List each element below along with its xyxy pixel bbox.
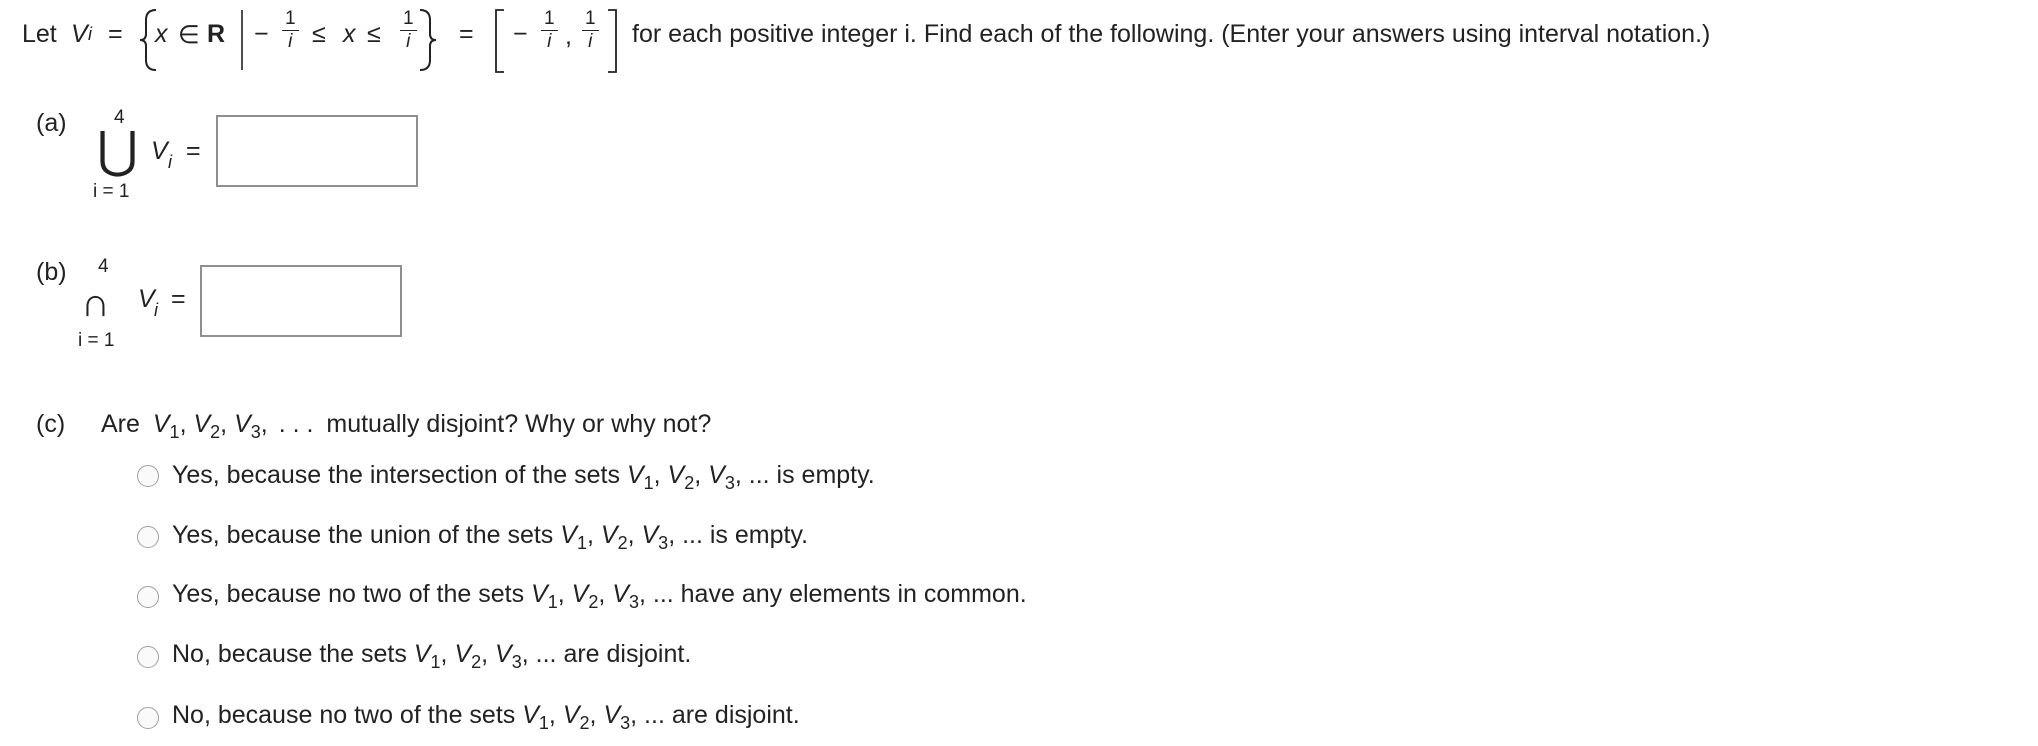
intro-let: Let (22, 20, 57, 48)
option-3-text: Yes, because no two of the sets V1, V2, … (172, 580, 1027, 612)
reals-symbol: R (207, 20, 226, 48)
option-3-suffix: ... have any elements in common. (652, 580, 1027, 608)
option-4-suffix: ... are disjoint. (535, 640, 692, 668)
problem-instructions: for each positive integer i. Find each o… (632, 20, 1711, 48)
option-5-suffix: ... are disjoint. (644, 701, 800, 729)
option-3-v1-sub: 1 (547, 592, 558, 612)
question-ellipsis: . . . (278, 410, 314, 438)
part-c-question: Are V1, V2, V3, . . . mutually disjoint?… (101, 410, 712, 442)
part-a-set-var: V (151, 137, 168, 165)
option-2-v3-sub: 3 (658, 533, 669, 553)
radio-option-1[interactable] (137, 465, 159, 487)
option-4-text: No, because the sets V1, V2, V3, ... are… (172, 640, 692, 672)
radio-option-5[interactable] (137, 707, 159, 729)
option-3-v2-sub: 2 (588, 592, 599, 612)
part-b-label: (b) (36, 258, 67, 286)
union-operator: ⋃ (97, 122, 139, 178)
option-5-v3-sub: 3 (620, 713, 631, 733)
leq-sign: ≤ (312, 20, 326, 48)
option-2-v2: V (600, 521, 618, 549)
option-1-v3: V (708, 461, 725, 489)
part-b-answer-input[interactable] (200, 265, 402, 337)
option-4-v1: V (413, 640, 431, 668)
part-a-label: (a) (36, 109, 67, 137)
option-4-v2: V (454, 640, 472, 668)
part-b-set-sub: i (154, 300, 158, 320)
option-5-v2-sub: 2 (579, 713, 590, 733)
fraction-1-over-i-3: 1 i (541, 8, 558, 53)
option-4-v3-sub: 3 (511, 652, 522, 672)
x-var: x (155, 20, 168, 48)
option-5-v2: V (562, 701, 580, 729)
fraction-1-over-i: 1 i (282, 8, 299, 53)
option-1-text: Yes, because the intersection of the set… (172, 461, 875, 493)
part-a-set-sub: i (168, 152, 172, 172)
set-v1-sub: 1 (169, 422, 180, 442)
option-2-prefix: Yes, because the union of the sets (172, 521, 554, 549)
fraction-1-over-i-4: 1 i (582, 8, 599, 53)
option-5-prefix: No, because no two of the sets (172, 701, 516, 729)
part-b-lower-limit: i = 1 (78, 330, 115, 351)
radio-option-3[interactable] (137, 586, 159, 608)
option-5-v1-sub: 1 (538, 713, 549, 733)
option-1-v1: V (626, 461, 644, 489)
option-3-v2: V (571, 580, 589, 608)
option-3-v1: V (531, 580, 548, 608)
option-3-prefix: Yes, because no two of the sets (172, 580, 525, 608)
question-prefix: Are (101, 410, 140, 438)
part-a-answer-input[interactable] (216, 115, 418, 187)
option-3-v3: V (612, 580, 629, 608)
option-2-v2-sub: 2 (617, 533, 628, 553)
question-suffix: mutually disjoint? Why or why not? (326, 410, 712, 438)
intersection-operator: ∩ (81, 281, 110, 325)
option-4-v2-sub: 2 (471, 652, 482, 672)
interval-comma: , (565, 22, 572, 50)
radio-option-4[interactable] (137, 646, 159, 668)
leq-sign-2: ≤ (367, 20, 381, 48)
radio-option-2[interactable] (137, 526, 159, 548)
option-1-v1-sub: 1 (643, 473, 654, 493)
set-v1: V (152, 410, 170, 438)
set-var: V (71, 20, 88, 48)
option-4-v3: V (495, 640, 512, 668)
equals-sign-2: = (459, 20, 474, 48)
option-2-v1: V (560, 521, 577, 549)
part-a-equals: = (186, 137, 201, 165)
element-of: ∈ (178, 21, 200, 49)
minus-sign-2: − (513, 20, 528, 48)
equals-sign: = (108, 20, 123, 48)
part-c-label: (c) (36, 410, 66, 438)
option-2-v1-sub: 1 (576, 533, 587, 553)
option-4-v1-sub: 1 (430, 652, 441, 672)
set-v2: V (193, 410, 211, 438)
part-b-set-var: V (138, 285, 155, 313)
option-5-text: No, because no two of the sets V1, V2, V… (172, 701, 800, 733)
option-2-text: Yes, because the union of the sets V1, V… (172, 521, 809, 553)
option-1-prefix: Yes, because the intersection of the set… (172, 461, 620, 489)
set-v3-sub: 3 (250, 422, 261, 442)
set-v2-sub: 2 (210, 422, 221, 442)
part-a-lower-limit: i = 1 (93, 181, 130, 202)
part-b-equals: = (171, 285, 186, 313)
option-1-v2-sub: 2 (684, 473, 695, 493)
x-var-2: x (343, 20, 356, 48)
part-b-upper-limit: 4 (98, 256, 109, 277)
option-2-v3: V (641, 521, 659, 549)
set-var-sub: i (88, 24, 92, 44)
set-v3: V (234, 410, 251, 438)
option-1-v2: V (667, 461, 685, 489)
fraction-1-over-i-2: 1 i (400, 8, 417, 53)
option-4-prefix: No, because the sets (172, 640, 407, 668)
option-5-v3: V (603, 701, 621, 729)
minus-sign: − (254, 20, 269, 48)
option-1-suffix: ... is empty. (748, 461, 875, 489)
option-3-v3-sub: 3 (628, 592, 639, 612)
option-5-v1: V (522, 701, 539, 729)
option-2-suffix: ... is empty. (682, 521, 809, 549)
option-1-v3-sub: 3 (724, 473, 735, 493)
